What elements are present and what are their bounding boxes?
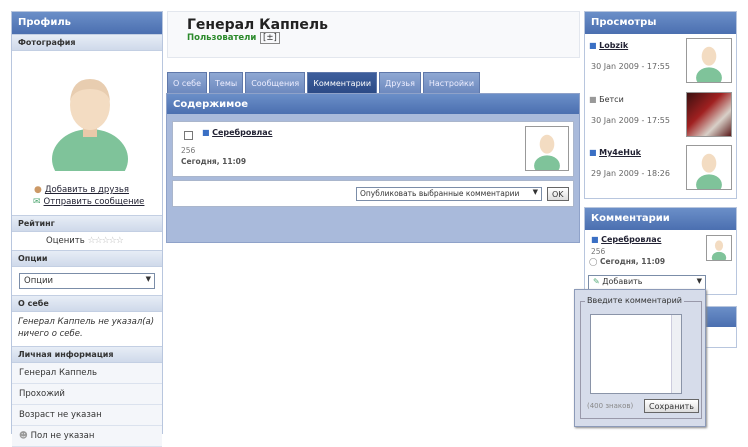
content-panel: Содержимое ■ Серебровлас 256 Сегодня, 11…	[166, 93, 580, 243]
view-avatar[interactable]	[686, 145, 732, 196]
dropdown-arrow-icon: ▼	[145, 275, 151, 283]
photo-box: ● Добавить в друзья ✉ Отправить сообщени…	[12, 51, 162, 215]
char-counter: (400 знаков)	[587, 402, 634, 410]
about-text: Генерал Каппель не указал(а) ничего о се…	[12, 312, 162, 346]
comment-textarea[interactable]	[590, 314, 682, 394]
hidden-panel-header	[701, 307, 736, 327]
options-section-label: Опции	[12, 250, 162, 267]
info-status: Прохожий	[12, 384, 162, 405]
comment-item: ■ Серебровлас 256 Сегодня, 11:09	[172, 121, 574, 177]
comment-author-row: ■ Серебровлас	[591, 235, 661, 244]
dropdown-arrow-icon: ▼	[532, 188, 538, 196]
user-icon: ■	[202, 128, 210, 137]
tab-settings[interactable]: Настройки	[422, 72, 481, 93]
add-user-icon: ●	[34, 185, 42, 195]
view-item: ■ Бетси 30 Jan 2009 - 17:55	[589, 94, 675, 126]
page-title-box: Генерал Каппель Пользователи [±]	[167, 11, 580, 58]
profile-header: Профиль	[12, 12, 162, 34]
comment-author[interactable]: Серебровлас	[212, 128, 272, 137]
view-avatar-photo[interactable]	[686, 92, 732, 137]
comment-author-row: ■ Серебровлас	[202, 128, 272, 137]
comment-popup: Введите комментарий (400 знаков) Сохрани…	[574, 289, 706, 427]
tab-friends[interactable]: Друзья	[379, 72, 421, 93]
comment-date: Сегодня, 11:09	[600, 257, 666, 266]
rating-section-label: Рейтинг	[12, 215, 162, 232]
view-user-name[interactable]: My4eHuk	[599, 148, 641, 157]
message-icon: ✉	[33, 197, 41, 207]
toggle-button[interactable]: [±]	[260, 32, 280, 44]
comment-text: 256	[591, 247, 606, 256]
comment-text: 256	[181, 146, 196, 155]
default-avatar-icon	[696, 153, 722, 196]
content-header: Содержимое	[167, 94, 579, 114]
publish-select-value: Опубликовать выбранные комментарии	[360, 189, 520, 198]
default-avatar-icon	[711, 240, 727, 264]
view-date: 29 Jan 2009 - 18:26	[591, 169, 670, 178]
add-select-value: Добавить	[602, 277, 643, 286]
add-friend-row[interactable]: ● Добавить в друзья	[34, 185, 129, 195]
tab-messages[interactable]: Сообщения	[245, 72, 306, 93]
comment-checkbox[interactable]	[184, 131, 193, 140]
profile-tabs: О себе Темы Сообщения Комментарии Друзья…	[167, 72, 481, 93]
comments-panel: Комментарии ■ Серебровлас 256 ◯ Сегодня,…	[584, 207, 737, 295]
dropdown-arrow-icon: ▼	[696, 277, 702, 285]
breadcrumb-users[interactable]: Пользователи	[187, 33, 256, 43]
info-name: Генерал Каппель	[12, 363, 162, 384]
publish-bar: Опубликовать выбранные комментарии ▼ OK	[172, 180, 574, 207]
view-user-name[interactable]: Бетси	[599, 95, 624, 104]
profile-sidebar: Профиль Фотография ● Добавить в друзья ✉…	[11, 11, 163, 447]
add-select[interactable]: ✎ Добавить ▼	[588, 275, 706, 290]
user-icon: ■	[589, 148, 597, 157]
user-icon: ■	[589, 95, 597, 104]
tab-about[interactable]: О себе	[167, 72, 208, 93]
comment-avatar[interactable]	[706, 235, 732, 264]
publish-select[interactable]: Опубликовать выбранные комментарии ▼	[356, 187, 542, 201]
comment-date-row: ◯ Сегодня, 11:09	[589, 257, 665, 266]
comments-header: Комментарии	[585, 208, 736, 230]
page-title: Генерал Каппель	[187, 17, 329, 33]
info-gender: Пол не указан	[30, 431, 95, 441]
comment-author[interactable]: Серебровлас	[601, 235, 661, 244]
rate-label: Оценить	[46, 236, 85, 246]
textarea-scrollbar[interactable]	[671, 315, 681, 393]
options-wrap: Опции ▼	[12, 267, 162, 295]
default-avatar-icon	[696, 46, 722, 89]
options-select[interactable]: Опции ▼	[19, 273, 155, 289]
photo-section-label: Фотография	[12, 34, 162, 51]
views-panel: Просмотры ■ Lobzik 30 Jan 2009 - 17:55 ■…	[584, 11, 737, 199]
default-avatar-icon	[534, 134, 560, 177]
about-section-label: О себе	[12, 295, 162, 312]
default-avatar-icon	[52, 79, 128, 171]
view-avatar[interactable]	[686, 38, 732, 89]
options-select-value: Опции	[24, 276, 54, 286]
personal-section-label: Личная информация	[12, 346, 162, 363]
add-friend-link[interactable]: Добавить в друзья	[45, 185, 129, 195]
view-item: ■ My4eHuk 29 Jan 2009 - 18:26	[589, 147, 675, 179]
tab-comments[interactable]: Комментарии	[307, 72, 378, 93]
gender-icon: ☻	[19, 431, 28, 441]
send-message-link[interactable]: Отправить сообщение	[44, 197, 145, 207]
ok-button[interactable]: OK	[547, 187, 569, 201]
view-date: 30 Jan 2009 - 17:55	[591, 62, 670, 71]
comment-legend: Введите комментарий	[585, 296, 684, 305]
send-message-row[interactable]: ✉ Отправить сообщение	[33, 197, 144, 207]
view-item: ■ Lobzik 30 Jan 2009 - 17:55	[589, 40, 675, 72]
view-date: 30 Jan 2009 - 17:55	[591, 116, 670, 125]
clock-icon: ◯	[589, 257, 598, 266]
user-icon: ■	[591, 235, 599, 244]
save-button[interactable]: Сохранить	[644, 399, 699, 413]
comment-date: Сегодня, 11:09	[181, 157, 247, 166]
user-icon: ■	[589, 41, 597, 50]
rating-stars[interactable]: ☆☆☆☆☆	[87, 236, 123, 246]
rating-row: Оценить ☆☆☆☆☆	[12, 232, 162, 250]
comment-avatar[interactable]	[525, 126, 569, 177]
view-user-name[interactable]: Lobzik	[599, 41, 628, 50]
add-icon: ✎	[593, 277, 600, 286]
tab-topics[interactable]: Темы	[209, 72, 244, 93]
info-age: Возраст не указан	[12, 405, 162, 426]
views-header: Просмотры	[585, 12, 736, 34]
info-gender-row: ☻ Пол не указан	[12, 426, 162, 447]
